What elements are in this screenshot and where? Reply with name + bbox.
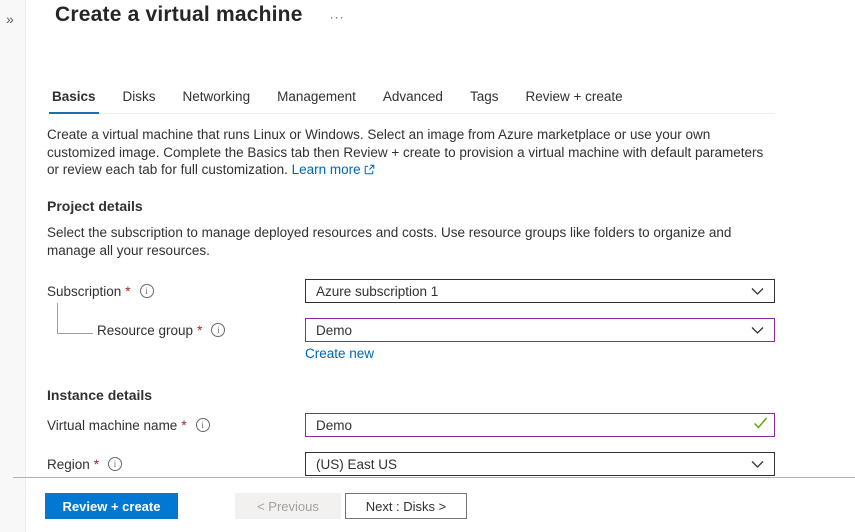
vm-name-input-wrap [305, 413, 775, 437]
resource-group-field-row: Resource group * i Demo [47, 318, 775, 342]
chevron-down-icon [751, 323, 764, 338]
footer-divider [13, 477, 855, 478]
tab-management[interactable]: Management [274, 85, 359, 114]
title-bar: Create a virtual machine ··· [55, 3, 345, 27]
region-field-row: Region * i (US) East US [47, 452, 775, 476]
intro-text: Create a virtual machine that runs Linux… [47, 126, 775, 180]
tab-advanced[interactable]: Advanced [380, 85, 446, 114]
info-icon[interactable]: i [211, 323, 225, 337]
create-vm-page: » Create a virtual machine ··· Basics Di… [0, 0, 855, 532]
resource-group-label: Resource group * i [47, 318, 305, 342]
learn-more-link[interactable]: Learn more [292, 162, 375, 177]
required-marker: * [197, 323, 202, 338]
instance-details-heading: Instance details [47, 387, 152, 403]
chevron-down-icon [751, 457, 764, 472]
page-title: Create a virtual machine [55, 3, 303, 27]
create-new-resource-group-link[interactable]: Create new [305, 346, 374, 361]
region-label: Region * i [47, 452, 305, 476]
tab-disks[interactable]: Disks [120, 85, 159, 114]
vm-name-label: Virtual machine name * i [47, 413, 305, 437]
external-link-icon [364, 162, 375, 180]
previous-button[interactable]: < Previous [235, 493, 341, 519]
subscription-dropdown[interactable]: Azure subscription 1 [305, 279, 775, 303]
tab-tags[interactable]: Tags [467, 85, 502, 114]
required-marker: * [181, 418, 186, 433]
intro-paragraph: Create a virtual machine that runs Linux… [47, 127, 763, 177]
vm-name-input[interactable] [316, 415, 747, 435]
wizard-tabs: Basics Disks Networking Management Advan… [49, 85, 775, 114]
subscription-field-row: Subscription * i Azure subscription 1 [47, 279, 775, 303]
info-icon[interactable]: i [108, 457, 122, 471]
region-value: (US) East US [316, 457, 397, 472]
collapsed-sidebar: » [0, 0, 26, 532]
review-create-button[interactable]: Review + create [45, 493, 178, 519]
required-marker: * [94, 457, 99, 472]
more-options-icon[interactable]: ··· [330, 10, 345, 24]
tab-networking[interactable]: Networking [180, 85, 254, 114]
next-disks-button[interactable]: Next : Disks > [345, 493, 467, 519]
tab-review-create[interactable]: Review + create [522, 85, 625, 114]
chevron-down-icon [751, 284, 764, 299]
project-details-description: Select the subscription to manage deploy… [47, 224, 775, 259]
info-icon[interactable]: i [140, 284, 154, 298]
resource-group-value: Demo [316, 323, 352, 338]
expand-sidebar-icon[interactable]: » [6, 12, 14, 26]
project-details-heading: Project details [47, 198, 143, 214]
tab-basics[interactable]: Basics [49, 85, 99, 114]
subscription-label: Subscription * i [47, 279, 305, 303]
info-icon[interactable]: i [196, 418, 210, 432]
region-dropdown[interactable]: (US) East US [305, 452, 775, 476]
resource-group-dropdown[interactable]: Demo [305, 318, 775, 342]
valid-check-icon [753, 416, 768, 434]
vm-name-field-row: Virtual machine name * i [47, 413, 775, 437]
required-marker: * [125, 284, 130, 299]
subscription-value: Azure subscription 1 [316, 284, 438, 299]
